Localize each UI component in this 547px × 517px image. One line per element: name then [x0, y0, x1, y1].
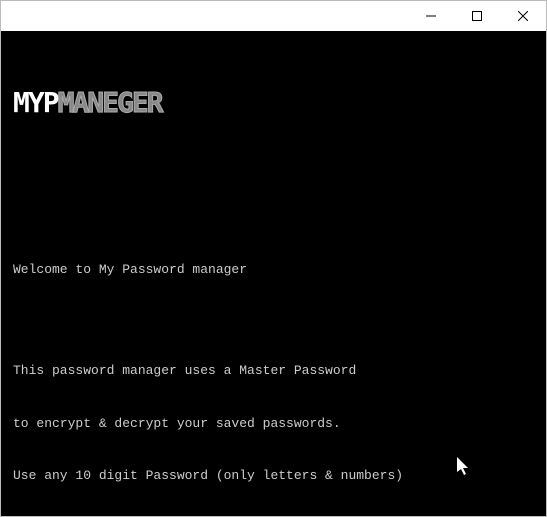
maximize-button[interactable]	[454, 1, 500, 31]
logo-suffix: MANEGER	[58, 84, 162, 122]
logo-prefix: MYP	[13, 84, 58, 122]
minimize-button[interactable]	[408, 1, 454, 31]
titlebar	[1, 1, 546, 31]
app-logo: MYPMANEGER	[13, 84, 534, 122]
close-icon	[518, 11, 528, 21]
welcome-text: Welcome to My Password manager	[13, 261, 534, 279]
desc-line-3: Use any 10 digit Password (only letters …	[13, 467, 534, 485]
maximize-icon	[472, 11, 482, 21]
desc-line-2: to encrypt & decrypt your saved password…	[13, 415, 534, 433]
app-window: MYPMANEGER Welcome to My Password manage…	[0, 0, 547, 517]
console-area[interactable]: MYPMANEGER Welcome to My Password manage…	[1, 31, 546, 516]
minimize-icon	[426, 11, 436, 21]
close-button[interactable]	[500, 1, 546, 31]
desc-line-1: This password manager uses a Master Pass…	[13, 362, 534, 380]
